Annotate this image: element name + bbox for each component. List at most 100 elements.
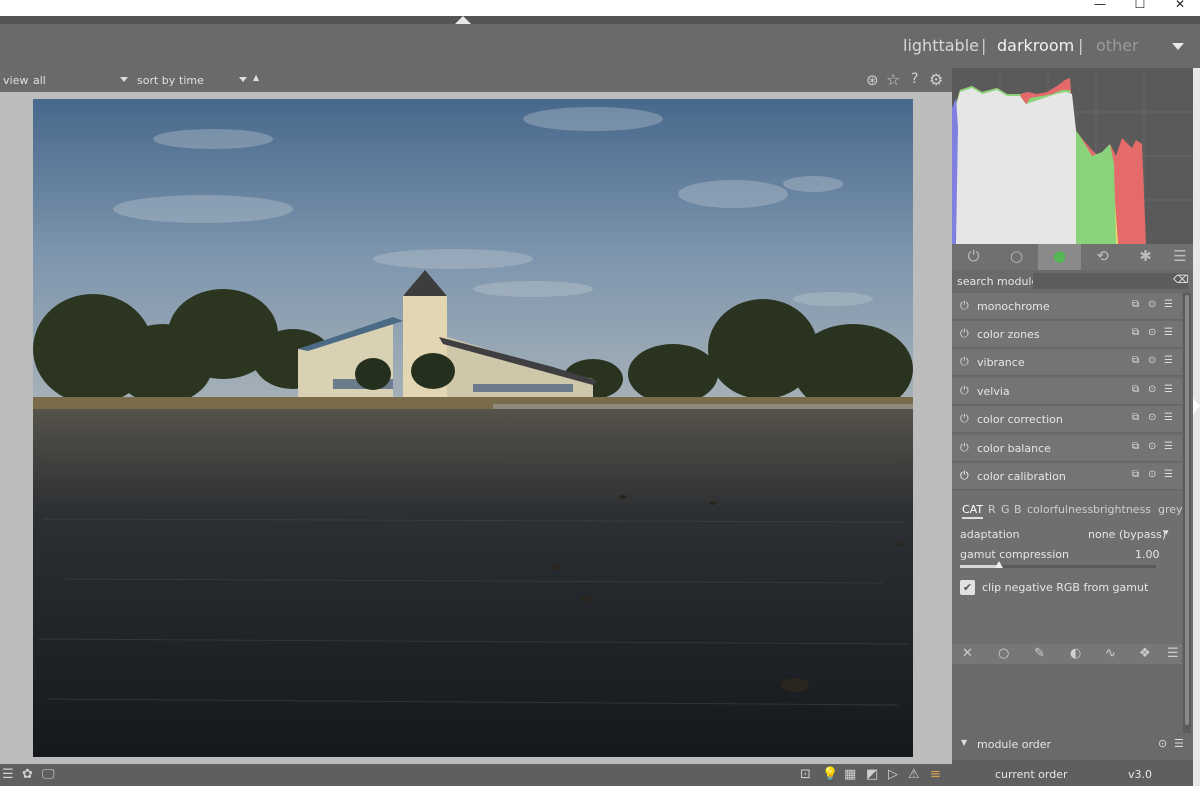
- reset-icon[interactable]: ⊙: [1148, 412, 1156, 423]
- module-color-zones[interactable]: ⏻ color zones ⧉ ⊙ ☰: [952, 321, 1182, 348]
- gamut-check-icon[interactable]: ▷: [888, 767, 898, 782]
- aperture-icon[interactable]: ✱: [1124, 244, 1167, 270]
- path-icon[interactable]: ∿: [1105, 646, 1116, 661]
- power-icon[interactable]: ⏻: [960, 327, 969, 341]
- expand-right-panel-icon[interactable]: [1193, 398, 1200, 414]
- reset-icon[interactable]: ⊙: [1148, 469, 1156, 480]
- reset-icon[interactable]: ⊙: [1148, 441, 1156, 452]
- refresh-icon[interactable]: ⟲: [1081, 244, 1124, 270]
- adaptation-select[interactable]: none (bypass): [1088, 528, 1166, 541]
- power-icon[interactable]: ⏻: [960, 469, 969, 483]
- maximize-icon[interactable]: ☐: [1120, 0, 1160, 16]
- presets-icon[interactable]: ☰: [1164, 412, 1173, 423]
- softproof-icon[interactable]: ◩: [866, 767, 878, 782]
- scrollbar-thumb[interactable]: [1185, 295, 1189, 725]
- power-icon[interactable]: ⏻: [960, 412, 969, 426]
- module-vibrance[interactable]: ⏻ vibrance ⧉ ⊙ ☰: [952, 349, 1182, 376]
- collapse-top-arrow-icon[interactable]: [455, 16, 471, 24]
- color-wheel-icon[interactable]: ●: [1038, 244, 1081, 270]
- gradient-icon[interactable]: ◐: [1070, 646, 1081, 661]
- menu-icon[interactable]: ☰: [2, 767, 14, 782]
- presets-icon[interactable]: ☰: [1164, 327, 1173, 338]
- brush-icon[interactable]: ✎: [1034, 646, 1045, 661]
- style-icon[interactable]: ✿: [22, 767, 33, 782]
- module-monochrome[interactable]: ⏻ monochrome ⧉ ⊙ ☰: [952, 293, 1182, 320]
- presets-icon[interactable]: ☰: [1164, 384, 1173, 395]
- histogram[interactable]: [952, 68, 1193, 244]
- reset-icon[interactable]: ⊙: [1148, 355, 1156, 366]
- multi-instance-icon[interactable]: ⧉: [1132, 355, 1139, 366]
- gear-icon[interactable]: ⚙: [929, 70, 943, 89]
- sort-select[interactable]: time: [179, 74, 204, 87]
- bulb-icon[interactable]: 💡: [822, 767, 838, 782]
- top-panel-collapse-strip[interactable]: [0, 16, 1200, 24]
- right-panel-edge[interactable]: [1193, 68, 1200, 786]
- guides-icon[interactable]: ≡: [930, 767, 941, 782]
- color-palette-icon[interactable]: ⊛: [866, 71, 879, 89]
- presets-icon[interactable]: ☰: [1164, 469, 1173, 480]
- reset-icon[interactable]: ⊙: [1148, 327, 1156, 338]
- tab-colorfulness[interactable]: colorfulness: [1027, 503, 1093, 516]
- multi-instance-icon[interactable]: ⧉: [1132, 327, 1139, 338]
- tab-b[interactable]: B: [1014, 503, 1022, 516]
- power-icon[interactable]: ⏻: [960, 355, 969, 369]
- chevron-down-icon[interactable]: [120, 77, 128, 82]
- tab-brightness[interactable]: brightness: [1093, 503, 1151, 516]
- reset-icon[interactable]: ⊙: [1148, 384, 1156, 395]
- chevron-down-icon[interactable]: [239, 77, 247, 82]
- presets-icon[interactable]: ☰: [1164, 441, 1173, 452]
- module-velvia[interactable]: ⏻ velvia ⧉ ⊙ ☰: [952, 378, 1182, 405]
- presets-icon[interactable]: ☰: [1164, 355, 1173, 366]
- menu-icon[interactable]: ☰: [1167, 646, 1179, 661]
- clip-negative-checkbox[interactable]: ✔: [960, 580, 975, 595]
- multi-instance-icon[interactable]: ⧉: [1132, 384, 1139, 395]
- power-icon[interactable]: ⏻: [952, 244, 995, 270]
- help-icon[interactable]: ?: [911, 71, 918, 87]
- chevron-down-icon[interactable]: ▼: [961, 738, 967, 747]
- module-color-correction[interactable]: ⏻ color correction ⧉ ⊙ ☰: [952, 406, 1182, 433]
- star-icon[interactable]: ☆: [886, 70, 900, 89]
- menu-icon[interactable]: ☰: [1167, 244, 1193, 270]
- color-assessment-icon[interactable]: ▦: [844, 767, 856, 782]
- tab-r[interactable]: R: [988, 503, 996, 516]
- module-order-header[interactable]: ▼ module order ⊙ ☰: [952, 733, 1194, 755]
- minimize-icon[interactable]: —: [1080, 0, 1120, 16]
- presets-icon[interactable]: ☰: [1174, 737, 1184, 750]
- slider-handle[interactable]: [995, 561, 1004, 568]
- display-icon[interactable]: 🖵: [42, 767, 55, 782]
- power-icon[interactable]: ⏻: [960, 441, 969, 455]
- tab-cat[interactable]: CAT: [962, 503, 984, 519]
- multi-instance-icon[interactable]: ⧉: [1132, 469, 1139, 480]
- close-icon[interactable]: ✕: [962, 646, 973, 661]
- presets-icon[interactable]: ☰: [1164, 299, 1173, 310]
- view-other[interactable]: other: [1096, 36, 1139, 55]
- module-color-balance[interactable]: ⏻ color balance ⧉ ⊙ ☰: [952, 435, 1182, 462]
- reset-icon[interactable]: ⊙: [1158, 737, 1167, 750]
- power-icon[interactable]: ⏻: [960, 299, 969, 313]
- right-panel-scrollbar[interactable]: [1183, 293, 1191, 733]
- tab-grey[interactable]: grey: [1158, 503, 1183, 516]
- warning-icon[interactable]: ⚠: [908, 767, 920, 782]
- multi-instance-icon[interactable]: ⧉: [1132, 441, 1139, 452]
- clear-search-icon[interactable]: ⌫: [1173, 273, 1189, 286]
- chevron-down-icon[interactable]: [1172, 43, 1184, 50]
- circle-icon[interactable]: ○: [995, 244, 1038, 270]
- multi-instance-icon[interactable]: ⧉: [1132, 299, 1139, 310]
- chevron-down-icon[interactable]: ▾: [1164, 528, 1169, 538]
- module-color-calibration[interactable]: ⏻ color calibration ⧉ ⊙ ☰: [952, 463, 1182, 490]
- power-icon[interactable]: ⏻: [960, 384, 969, 398]
- tab-g[interactable]: G: [1001, 503, 1010, 516]
- main-image[interactable]: [33, 99, 913, 757]
- search-input[interactable]: [1033, 273, 1188, 289]
- multi-instance-icon[interactable]: ⧉: [1132, 412, 1139, 423]
- sort-direction-icon[interactable]: ▲: [253, 73, 259, 82]
- iso-icon[interactable]: ⊡: [800, 767, 811, 782]
- circle-icon[interactable]: ○: [998, 646, 1009, 661]
- shapes-icon[interactable]: ❖: [1139, 646, 1151, 661]
- close-icon[interactable]: ✕: [1160, 0, 1200, 16]
- view-darkroom[interactable]: darkroom: [997, 36, 1074, 55]
- view-filter-select[interactable]: all: [33, 74, 46, 87]
- gamut-compression-slider[interactable]: [960, 561, 1156, 568]
- reset-icon[interactable]: ⊙: [1148, 299, 1156, 310]
- view-lighttable[interactable]: lighttable: [903, 36, 979, 55]
